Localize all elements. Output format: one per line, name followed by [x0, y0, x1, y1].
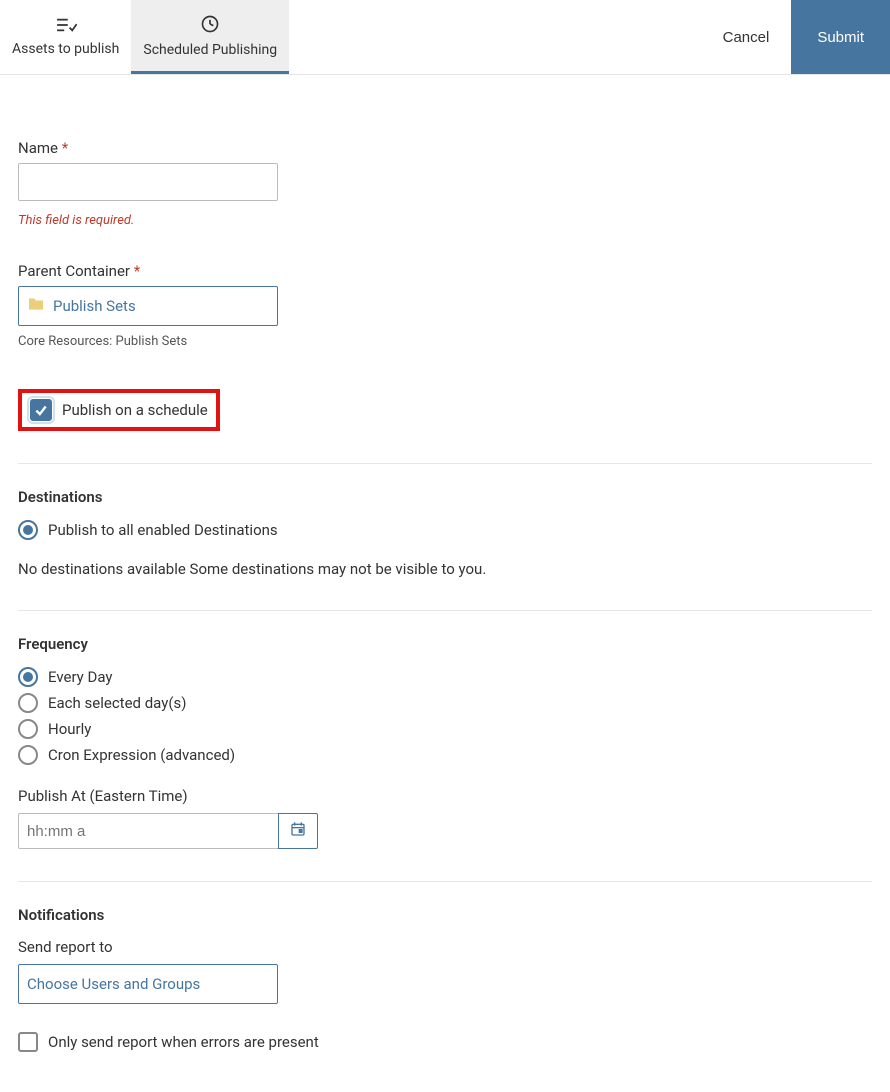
form-body: Name * This field is required. Parent Co…	[0, 75, 890, 1092]
frequency-option-label: Every Day	[48, 668, 112, 686]
clock-icon	[200, 14, 220, 38]
divider	[18, 610, 872, 611]
users-groups-placeholder: Choose Users and Groups	[27, 975, 200, 993]
destinations-option-label: Publish to all enabled Destinations	[48, 521, 278, 539]
tab-label: Assets to publish	[12, 41, 119, 57]
notifications-section: Notifications Send report to Choose User…	[18, 906, 872, 1052]
send-report-label: Send report to	[18, 938, 872, 956]
folder-icon	[27, 297, 45, 315]
publish-at-field: Publish At (Eastern Time)	[18, 787, 872, 849]
parent-container-field: Parent Container * Publish Sets Core Res…	[18, 262, 872, 349]
publish-schedule-checkbox-row[interactable]: Publish on a schedule	[30, 399, 208, 421]
errors-only-label: Only send report when errors are present	[48, 1033, 319, 1051]
frequency-title: Frequency	[18, 635, 872, 653]
destinations-message: No destinations available Some destinati…	[18, 560, 872, 578]
frequency-option-label: Each selected day(s)	[48, 694, 186, 712]
radio-selected-icon	[18, 667, 38, 687]
tab-scheduled-publishing[interactable]: Scheduled Publishing	[131, 0, 289, 74]
divider	[18, 463, 872, 464]
users-groups-picker[interactable]: Choose Users and Groups	[18, 964, 278, 1004]
frequency-option-selected-days[interactable]: Each selected day(s)	[18, 693, 872, 713]
header: Assets to publish Scheduled Publishing C…	[0, 0, 890, 75]
name-label: Name *	[18, 139, 872, 157]
destinations-option-all[interactable]: Publish to all enabled Destinations	[18, 520, 872, 540]
frequency-option-cron[interactable]: Cron Expression (advanced)	[18, 745, 872, 765]
parent-container-value: Publish Sets	[53, 297, 136, 315]
publish-schedule-label: Publish on a schedule	[62, 401, 208, 419]
calendar-icon	[290, 821, 306, 841]
time-picker-button[interactable]	[278, 813, 318, 849]
publish-at-label: Publish At (Eastern Time)	[18, 787, 872, 805]
parent-container-label: Parent Container *	[18, 262, 872, 280]
destinations-title: Destinations	[18, 488, 872, 506]
radio-icon	[18, 719, 38, 739]
header-spacer	[289, 0, 700, 74]
name-input[interactable]	[18, 163, 278, 201]
tab-label: Scheduled Publishing	[143, 42, 277, 58]
cancel-button[interactable]: Cancel	[701, 0, 792, 74]
header-actions: Cancel Submit	[701, 0, 890, 74]
notifications-title: Notifications	[18, 906, 872, 924]
radio-selected-icon	[18, 520, 38, 540]
parent-container-picker[interactable]: Publish Sets	[18, 286, 278, 326]
name-field: Name * This field is required.	[18, 139, 872, 228]
errors-only-checkbox-row[interactable]: Only send report when errors are present	[18, 1032, 872, 1052]
frequency-option-label: Hourly	[48, 720, 91, 738]
checkbox-checked-icon	[30, 399, 52, 421]
name-error: This field is required.	[18, 213, 872, 228]
required-marker: *	[134, 262, 140, 280]
frequency-option-hourly[interactable]: Hourly	[18, 719, 872, 739]
publish-at-input[interactable]	[18, 813, 278, 849]
checkbox-unchecked-icon	[18, 1032, 38, 1052]
tab-assets-to-publish[interactable]: Assets to publish	[0, 0, 131, 74]
radio-icon	[18, 745, 38, 765]
highlighted-checkbox-area: Publish on a schedule	[18, 389, 220, 431]
submit-button[interactable]: Submit	[791, 0, 890, 74]
divider	[18, 881, 872, 882]
publish-at-input-group	[18, 813, 318, 849]
required-marker: *	[62, 139, 68, 157]
frequency-option-every-day[interactable]: Every Day	[18, 667, 872, 687]
parent-container-helper: Core Resources: Publish Sets	[18, 334, 872, 349]
frequency-option-label: Cron Expression (advanced)	[48, 746, 235, 764]
list-check-icon	[55, 17, 77, 37]
frequency-section: Frequency Every Day Each selected day(s)…	[18, 635, 872, 849]
destinations-section: Destinations Publish to all enabled Dest…	[18, 488, 872, 578]
radio-icon	[18, 693, 38, 713]
